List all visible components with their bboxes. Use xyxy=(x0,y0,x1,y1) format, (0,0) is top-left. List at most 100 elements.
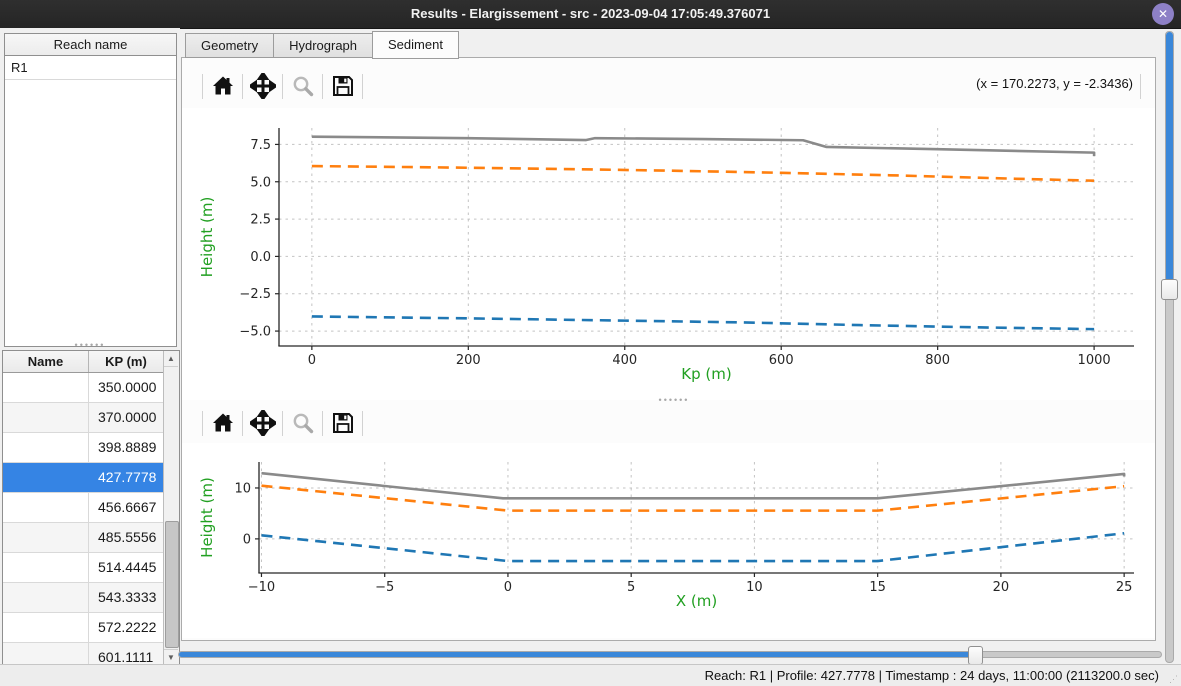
svg-text:25: 25 xyxy=(1116,580,1133,595)
svg-text:0: 0 xyxy=(243,532,251,547)
table-row[interactable]: 456.6667 xyxy=(3,493,179,523)
toolbar-separator xyxy=(242,74,243,99)
toolbar-separator xyxy=(362,411,363,436)
name-cell[interactable] xyxy=(3,373,89,402)
table-row[interactable]: 370.0000 xyxy=(3,403,179,433)
svg-text:5.0: 5.0 xyxy=(250,175,271,190)
axes: −10−50510152025100 xyxy=(234,462,1134,595)
name-cell[interactable] xyxy=(3,433,89,462)
svg-text:10: 10 xyxy=(746,580,763,595)
time-slider-handle[interactable] xyxy=(968,646,983,665)
zoom-icon xyxy=(291,74,315,98)
profile-table-body: 350.0000370.0000398.8889427.7778456.6667… xyxy=(3,373,179,666)
tab-bar: GeometryHydrographSediment xyxy=(185,31,459,58)
kp-cell[interactable]: 485.5556 xyxy=(89,523,172,552)
column-header-kp[interactable]: KP (m) xyxy=(89,351,163,372)
save-icon xyxy=(331,411,355,435)
zoom-button[interactable] xyxy=(289,73,316,100)
table-row[interactable]: 427.7778 xyxy=(3,463,179,493)
profile-table[interactable]: Name KP (m) 350.0000370.0000398.8889427.… xyxy=(2,350,180,666)
vertical-slider-groove[interactable] xyxy=(1165,31,1174,663)
resize-grip[interactable]: ⋰ xyxy=(1169,674,1179,685)
axes: 020040060080010007.55.02.50.0−2.5−5.0 xyxy=(239,128,1134,368)
svg-text:400: 400 xyxy=(612,353,637,368)
cursor-coordinates-readout: (x = 170.2273, y = -2.3436) xyxy=(976,76,1133,91)
name-cell[interactable] xyxy=(3,553,89,582)
svg-text:0: 0 xyxy=(308,353,316,368)
table-row[interactable]: 572.2222 xyxy=(3,613,179,643)
name-cell[interactable] xyxy=(3,403,89,432)
pan-button[interactable] xyxy=(249,73,276,100)
svg-text:15: 15 xyxy=(869,580,886,595)
time-slider-groove[interactable] xyxy=(178,651,1162,658)
name-cell[interactable] xyxy=(3,463,89,492)
reach-list-items: R1 xyxy=(5,56,176,80)
pan-button[interactable] xyxy=(249,410,276,437)
kp-cell[interactable]: 398.8889 xyxy=(89,433,172,462)
reach-name-header: Reach name xyxy=(5,34,176,56)
kp-cell[interactable]: 514.4445 xyxy=(89,553,172,582)
home-button[interactable] xyxy=(209,410,236,437)
reach-list-item[interactable]: R1 xyxy=(5,56,176,80)
tab-hydrograph[interactable]: Hydrograph xyxy=(273,33,372,58)
table-row[interactable]: 485.5556 xyxy=(3,523,179,553)
name-cell[interactable] xyxy=(3,643,89,666)
zoom-button[interactable] xyxy=(289,410,316,437)
save-button[interactable] xyxy=(329,410,356,437)
toolbar-separator xyxy=(282,74,283,99)
table-row[interactable]: 543.3333 xyxy=(3,583,179,613)
kp-cell[interactable]: 601.1111 xyxy=(89,643,172,666)
name-cell[interactable] xyxy=(3,493,89,522)
plots-splitter-handle[interactable]: •••••• xyxy=(619,398,729,403)
kp-cell[interactable]: 427.7778 xyxy=(89,463,172,492)
time-slider[interactable] xyxy=(178,645,1162,663)
blue-dashed-line xyxy=(312,316,1094,329)
reach-list[interactable]: Reach name R1 xyxy=(4,33,177,347)
gray-solid-line xyxy=(312,137,1094,156)
cross-section-plot-canvas[interactable]: −10−50510152025100X (m)Height (m) xyxy=(182,443,1155,638)
title-bar[interactable]: Results - Elargissement - src - 2023-09-… xyxy=(0,0,1181,29)
scroll-down-icon[interactable]: ▼ xyxy=(164,649,178,665)
kp-cell[interactable]: 350.0000 xyxy=(89,373,172,402)
scroll-up-icon[interactable]: ▲ xyxy=(164,351,178,367)
table-row[interactable]: 350.0000 xyxy=(3,373,179,403)
table-scrollbar[interactable]: ▲ ▼ xyxy=(163,351,179,665)
toolbar-separator xyxy=(202,411,203,436)
kp-profile-plot-canvas[interactable]: 020040060080010007.55.02.50.0−2.5−5.0Kp … xyxy=(182,108,1155,400)
svg-text:200: 200 xyxy=(456,353,481,368)
gray-solid-line xyxy=(261,473,1124,498)
kp-cell[interactable]: 456.6667 xyxy=(89,493,172,522)
column-header-name[interactable]: Name xyxy=(3,351,89,372)
vertical-slider[interactable] xyxy=(1157,28,1181,664)
kp-cell[interactable]: 572.2222 xyxy=(89,613,172,642)
table-row[interactable]: 601.1111 xyxy=(3,643,179,666)
svg-text:−2.5: −2.5 xyxy=(239,287,271,302)
table-row[interactable]: 514.4445 xyxy=(3,553,179,583)
kp-cell[interactable]: 370.0000 xyxy=(89,403,172,432)
scrollbar-thumb[interactable] xyxy=(165,521,179,649)
svg-text:1000: 1000 xyxy=(1078,353,1111,368)
svg-text:0.0: 0.0 xyxy=(250,250,271,265)
save-button[interactable] xyxy=(329,73,356,100)
toolbar-separator xyxy=(1140,74,1141,99)
close-button[interactable]: ✕ xyxy=(1152,3,1174,25)
tab-sediment[interactable]: Sediment xyxy=(372,31,459,59)
svg-text:−5: −5 xyxy=(375,580,394,595)
name-cell[interactable] xyxy=(3,583,89,612)
tab-geometry[interactable]: Geometry xyxy=(185,33,273,58)
gridlines xyxy=(279,128,1134,346)
y-axis-label: Height (m) xyxy=(198,197,216,278)
kp-cell[interactable]: 543.3333 xyxy=(89,583,172,612)
svg-text:20: 20 xyxy=(993,580,1010,595)
sidebar-splitter-handle[interactable]: •••••• xyxy=(40,343,140,348)
name-cell[interactable] xyxy=(3,613,89,642)
vertical-slider-handle[interactable] xyxy=(1161,279,1178,300)
toolbar-separator xyxy=(322,74,323,99)
table-row[interactable]: 398.8889 xyxy=(3,433,179,463)
home-button[interactable] xyxy=(209,73,236,100)
svg-text:7.5: 7.5 xyxy=(250,138,271,153)
name-cell[interactable] xyxy=(3,523,89,552)
window-title: Results - Elargissement - src - 2023-09-… xyxy=(0,0,1181,28)
plot-toolbar-bottom xyxy=(182,405,1155,441)
gridlines xyxy=(259,462,1134,573)
